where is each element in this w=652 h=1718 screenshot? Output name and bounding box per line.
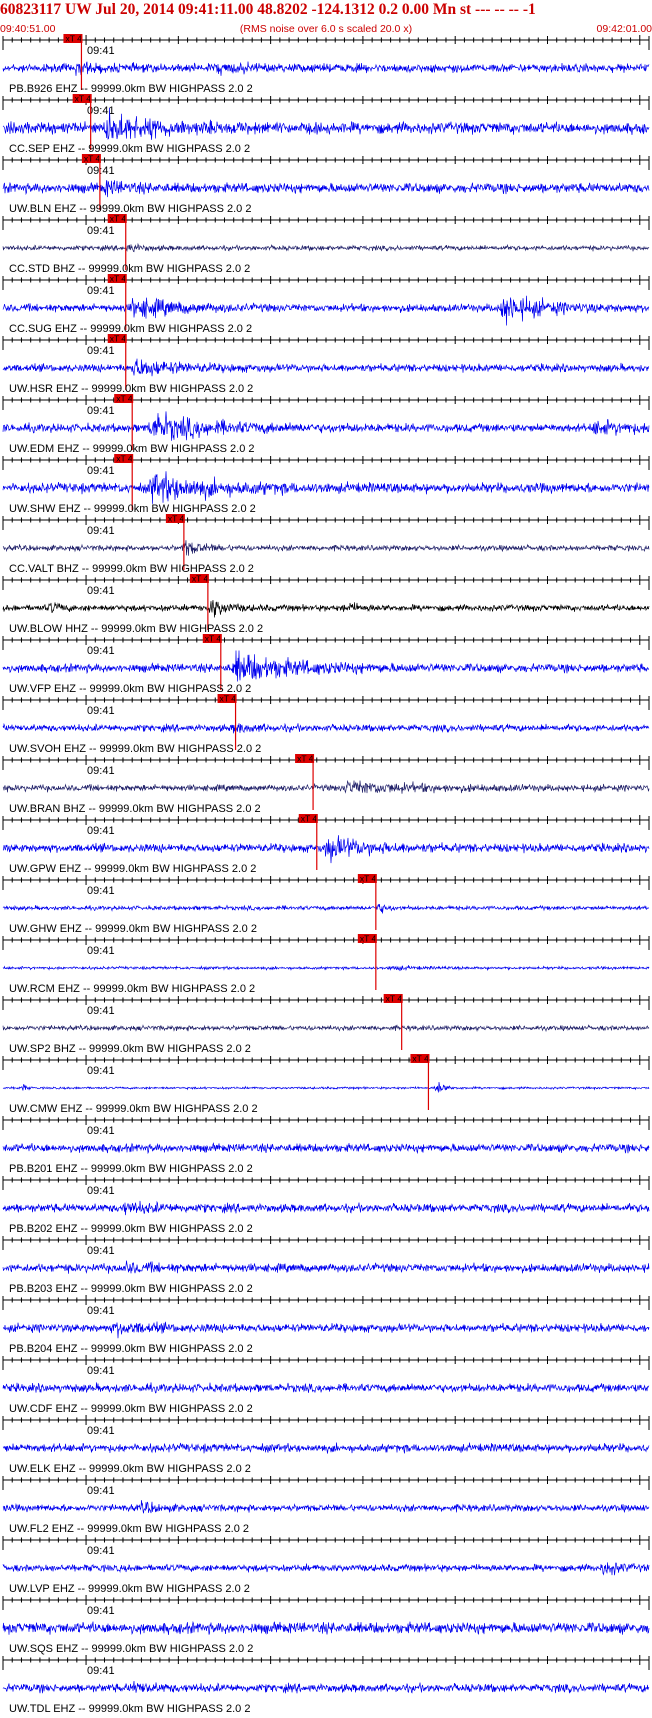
station-label: UW.SHW EHZ -- 99999.0km BW HIGHPASS 2.0 … [9,503,256,515]
trace-waveform [2,295,650,326]
station-label: UW.GPW EHZ -- 99999.0km BW HIGHPASS 2.0 … [9,863,256,875]
pick-label: xT 4 [297,754,314,764]
trace-waveform [2,1024,650,1033]
minute-tick-label: 09:41 [87,825,115,837]
station-label: UW.TDL EHZ -- 99999.0km BW HIGHPASS 2.0 … [9,1703,250,1715]
trace-waveform [2,835,650,864]
station-label: CC.STD BHZ -- 99999.0km BW HIGHPASS 2.0 … [9,263,250,275]
pick-label: xT 4 [386,994,403,1004]
station-label: UW.ELK EHZ -- 99999.0km BW HIGHPASS 2.0 … [9,1463,251,1475]
trace-waveform [2,1382,650,1394]
trace-waveform [2,540,650,556]
station-label: CC.VALT BHZ -- 99999.0km BW HIGHPASS 2.0… [9,563,254,575]
minute-tick-label: 09:41 [87,765,115,777]
trace-waveform [2,1260,650,1274]
minute-tick-label: 09:41 [87,1365,115,1377]
pick-label: xT 4 [168,514,185,524]
station-label: UW.GHW EHZ -- 99999.0km BW HIGHPASS 2.0 … [9,923,257,935]
station-label: UW.SVOH EHZ -- 99999.0km BW HIGHPASS 2.0… [9,743,261,755]
minute-tick-label: 09:41 [87,1065,115,1077]
station-label: UW.BRAN BHZ -- 99999.0km BW HIGHPASS 2.0… [9,803,261,815]
minute-tick-label: 09:41 [87,1425,115,1437]
trace-waveform [2,1680,650,1694]
trace-waveform [2,1142,650,1155]
minute-tick-label: 09:41 [87,1485,115,1497]
seismogram-plot: 09:41xT 4PB.B926 EHZ -- 99999.0km BW HIG… [2,34,650,1715]
pick-label: xT 4 [301,814,318,824]
trace-waveform [2,965,650,972]
pick-label: xT 4 [84,154,101,164]
trace-waveform [2,1321,650,1339]
trace-waveform [2,1442,650,1454]
trace-waveform [2,1081,650,1094]
minute-tick-label: 09:41 [87,1245,115,1257]
station-label: PB.B926 EHZ -- 99999.0km BW HIGHPASS 2.0… [9,83,253,95]
pick-label: xT 4 [360,934,377,944]
station-label: UW.BLOW HHZ -- 99999.0km BW HIGHPASS 2.0… [9,623,263,635]
station-label: CC.SUG EHZ -- 99999.0km BW HIGHPASS 2.0 … [9,323,252,335]
station-label: PB.B203 EHZ -- 99999.0km BW HIGHPASS 2.0… [9,1283,253,1295]
station-label: UW.SQS EHZ -- 99999.0km BW HIGHPASS 2.0 … [9,1643,253,1655]
station-label: UW.FL2 EHZ -- 99999.0km BW HIGHPASS 2.0 … [9,1523,249,1535]
minute-tick-label: 09:41 [87,285,115,297]
trace-waveform [2,1500,650,1514]
station-label: UW.LVP EHZ -- 99999.0km BW HIGHPASS 2.0 … [9,1583,250,1595]
station-label: CC.SEP EHZ -- 99999.0km BW HIGHPASS 2.0 … [9,143,250,155]
station-label: UW.CDF EHZ -- 99999.0km BW HIGHPASS 2.0 … [9,1403,253,1415]
pick-label: xT 4 [110,334,127,344]
minute-tick-label: 09:41 [87,1125,115,1137]
pick-label: xT 4 [192,574,209,584]
minute-tick-label: 09:41 [87,465,115,477]
pick-label: xT 4 [110,274,127,284]
station-label: UW.VFP EHZ -- 99999.0km BW HIGHPASS 2.0 … [9,683,251,695]
minute-tick-label: 09:41 [87,1005,115,1017]
minute-tick-label: 09:41 [87,165,115,177]
station-label: PB.B201 EHZ -- 99999.0km BW HIGHPASS 2.0… [9,1163,253,1175]
pick-label: xT 4 [220,694,237,704]
station-label: UW.RCM EHZ -- 99999.0km BW HIGHPASS 2.0 … [9,983,255,995]
pick-label: xT 4 [412,1054,429,1064]
trace-waveform [2,1562,650,1576]
minute-tick-label: 09:41 [87,525,115,537]
minute-tick-label: 09:41 [87,1605,115,1617]
pick-label: xT 4 [116,394,133,404]
minute-tick-label: 09:41 [87,705,115,717]
trace-waveform [2,903,650,914]
minute-tick-label: 09:41 [87,885,115,897]
minute-tick-label: 09:41 [87,645,115,657]
trace-waveform [2,61,650,76]
minute-tick-label: 09:41 [87,945,115,957]
trace-waveform [2,1620,650,1635]
pick-label: xT 4 [360,874,377,884]
minute-tick-label: 09:41 [87,45,115,57]
minute-tick-label: 09:41 [87,405,115,417]
station-label: UW.SP2 BHZ -- 99999.0km BW HIGHPASS 2.0 … [9,1043,251,1055]
trace-waveform [2,1200,650,1216]
minute-tick-label: 09:41 [87,1545,115,1557]
pick-label: xT 4 [65,34,82,44]
trace-waveform [2,242,650,253]
pick-label: xT 4 [110,214,127,224]
minute-tick-label: 09:41 [87,585,115,597]
station-label: PB.B204 EHZ -- 99999.0km BW HIGHPASS 2.0… [9,1343,253,1355]
minute-tick-label: 09:41 [87,1185,115,1197]
trace-waveform [2,722,650,734]
station-label: PB.B202 EHZ -- 99999.0km BW HIGHPASS 2.0… [9,1223,253,1235]
trace-waveform [2,779,650,794]
pick-label: xT 4 [75,94,92,104]
pick-label: xT 4 [116,454,133,464]
station-label: UW.BLN EHZ -- 99999.0km BW HIGHPASS 2.0 … [9,203,251,215]
pick-label: xT 4 [205,634,222,644]
minute-tick-label: 09:41 [87,1665,115,1677]
trace-waveform [2,358,650,377]
trace-waveform [2,600,650,618]
minute-tick-label: 09:41 [87,1305,115,1317]
minute-tick-label: 09:41 [87,225,115,237]
minute-tick-label: 09:41 [87,345,115,357]
station-label: UW.CMW EHZ -- 99999.0km BW HIGHPASS 2.0 … [9,1103,258,1115]
